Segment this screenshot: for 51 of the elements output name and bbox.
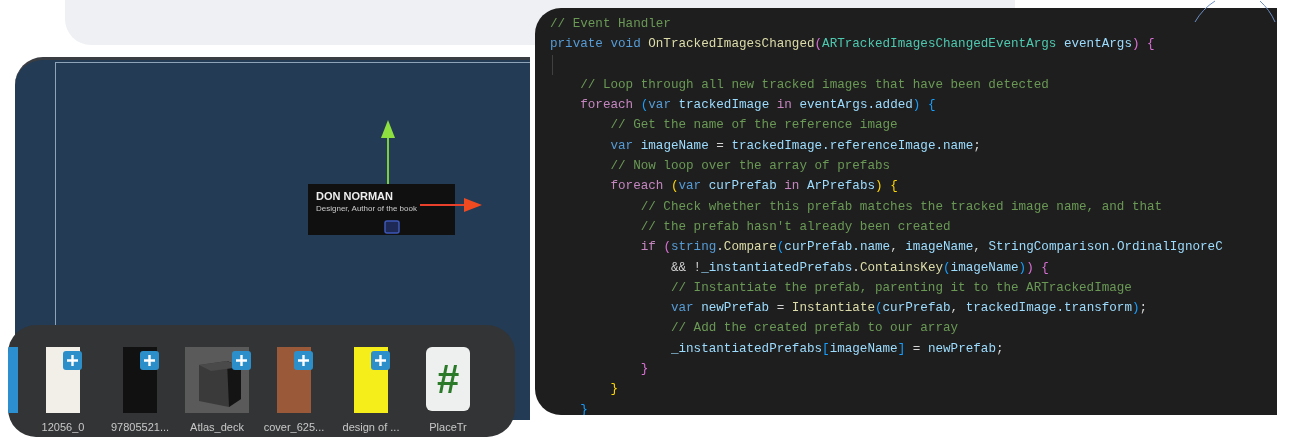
card-subtitle: Designer, Author of the book: [316, 204, 418, 213]
code-line: foreach (var trackedImage in eventArgs.added) {: [579, 97, 937, 115]
asset-label: Atlas_deck: [190, 421, 244, 433]
asset-label: design of ...: [342, 421, 400, 433]
card-title: DON NORMAN: [316, 190, 394, 202]
code-line: // Event Handler: [550, 16, 672, 33]
code-line: }: [639, 361, 650, 379]
code-line: // Get the name of the reference image: [609, 117, 899, 135]
asset-item[interactable]: cover_625...: [262, 347, 326, 433]
code-line: // Add the created prefab to our array: [669, 320, 960, 338]
plus-icon: [66, 354, 79, 367]
code-line: }: [579, 401, 589, 415]
asset-label: cover_625...: [263, 421, 325, 433]
code-line: // Check whether this prefab matches the tracked image name, and that: [639, 198, 1164, 216]
asset-label: PlaceTr: [429, 421, 467, 433]
asset-label: 97805521...: [110, 421, 170, 433]
code-line: }: [609, 381, 620, 399]
code-line: // Instantiate the prefab, parenting it to the ARTrackedImage: [669, 279, 1133, 297]
code-line: // Loop through all new tracked images that have been detected: [579, 76, 1050, 94]
add-badge[interactable]: [63, 351, 82, 370]
code-line: foreach (var curPrefab in ArPrefabs) {: [609, 178, 899, 196]
code-line: var newPrefab = Instantiate(curPrefab, trackedImage.transform);: [669, 300, 1149, 318]
code-line: // the prefab hasn't already been created: [639, 218, 952, 236]
cube-thumbnail: [185, 347, 249, 413]
add-badge[interactable]: [371, 351, 390, 370]
code-line: if (string.Compare(curPrefab.name, imageName, StringComparison.OrdinalIgnoreC: [639, 239, 1224, 257]
asset-item[interactable]: 12056_0: [31, 347, 95, 433]
arc-line: [1194, 0, 1216, 23]
add-badge[interactable]: [294, 351, 313, 370]
asset-item[interactable]: Atlas_deck: [185, 347, 249, 433]
script-thumbnail: #: [426, 347, 470, 411]
asset-item[interactable]: 97805521...: [108, 347, 172, 433]
code-line: && !_instantiatedPrefabs.ContainsKey(imageName)) {: [669, 259, 1050, 277]
add-badge[interactable]: [140, 351, 159, 370]
add-badge[interactable]: [232, 351, 251, 370]
asset-item[interactable]: # PlaceTr: [416, 347, 480, 433]
code-line: // Now loop over the array of prefabs: [609, 158, 892, 176]
code-line: var imageName = trackedImage.referenceImage.name;: [609, 137, 982, 155]
indent-guide: [552, 54, 553, 75]
plus-icon: [143, 354, 156, 367]
code-line: _instantiatedPrefabs[imageName] = newPrefab;: [669, 340, 1005, 358]
plus-icon: [297, 354, 310, 367]
move-handle-icon[interactable]: [384, 220, 400, 234]
plus-icon: [235, 354, 248, 367]
arc-line: [1259, 0, 1276, 23]
x-axis-arrow-icon[interactable]: [420, 197, 484, 213]
y-axis-arrow-icon[interactable]: [380, 118, 396, 184]
plus-icon: [374, 354, 387, 367]
code-line: private void OnTrackedImagesChanged(ARTrackedImagesChangedEventArgs eventArgs) {: [550, 36, 1156, 54]
asset-item[interactable]: design of ...: [339, 347, 403, 433]
asset-label: 12056_0: [41, 421, 85, 433]
